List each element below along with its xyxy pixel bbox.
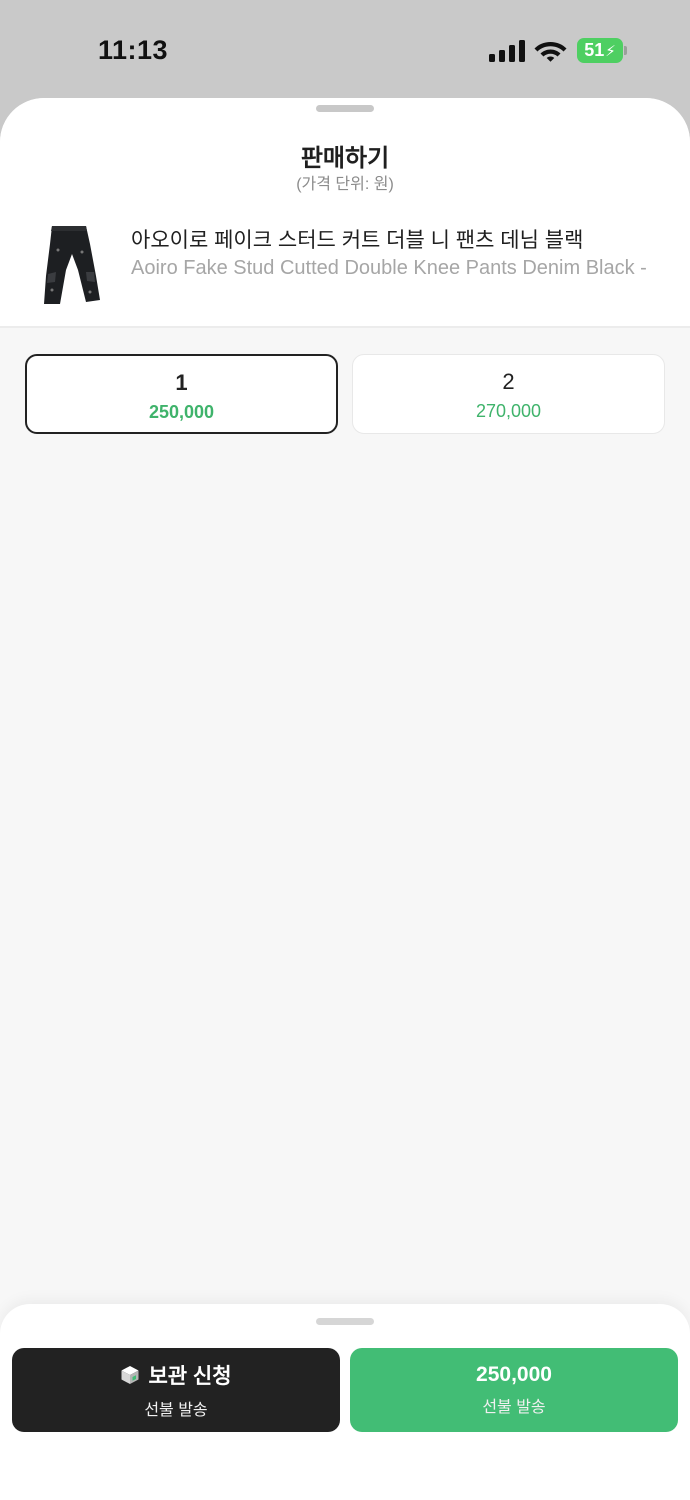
storage-button-label: 보관 신청 <box>148 1365 232 1388</box>
product-name-korean: 아오이로 페이크 스터드 커트 더블 니 팬츠 데님 블랙 <box>131 229 584 252</box>
battery-charging-icon: 51 ⚡ <box>577 38 623 63</box>
panel-grabber[interactable] <box>316 1318 374 1325</box>
battery-level: 51 <box>584 40 605 60</box>
size-label: 1 <box>175 370 188 395</box>
sell-button-sublabel: 선불 발송 <box>482 1399 546 1416</box>
storage-request-button[interactable]: 보관 신청 선불 발송 <box>12 1348 340 1432</box>
sheet-grabber[interactable] <box>316 105 374 112</box>
box-icon <box>121 1366 139 1384</box>
bottom-action-panel: 보관 신청 선불 발송 250,000 선불 발송 <box>0 1304 690 1500</box>
jeans-icon <box>44 226 100 304</box>
sell-sheet: 판매하기 (가격 단위: 원) 아오이로 페이크 스터드 커트 더블 니 팬츠 … <box>0 98 690 1500</box>
status-time: 11:13 <box>98 35 169 65</box>
size-price: 270,000 <box>475 401 542 421</box>
header-divider <box>0 326 690 328</box>
sell-now-button[interactable]: 250,000 선불 발송 <box>350 1348 678 1432</box>
cellular-signal-icon <box>489 40 525 62</box>
sheet-title: 판매하기 <box>300 145 390 172</box>
sell-button-price: 250,000 <box>476 1363 552 1386</box>
size-label: 2 <box>502 369 515 394</box>
storage-button-sublabel: 선불 발송 <box>144 1402 208 1419</box>
battery-cap <box>624 46 627 55</box>
wifi-icon <box>534 42 567 62</box>
product-name-english: Aoiro Fake Stud Cutted Double Knee Pants… <box>131 257 647 279</box>
price-unit-note: (가격 단위: 원) <box>296 176 394 193</box>
status-bar: 11:13 51 ⚡ <box>0 0 690 98</box>
size-price: 250,000 <box>148 402 215 422</box>
charging-bolt-icon: ⚡ <box>605 42 616 60</box>
sheet-header: 판매하기 (가격 단위: 원) 아오이로 페이크 스터드 커트 더블 니 팬츠 … <box>0 98 690 328</box>
size-option-1[interactable]: 1 250,000 <box>25 354 338 434</box>
size-option-2[interactable]: 2 270,000 <box>352 354 665 434</box>
